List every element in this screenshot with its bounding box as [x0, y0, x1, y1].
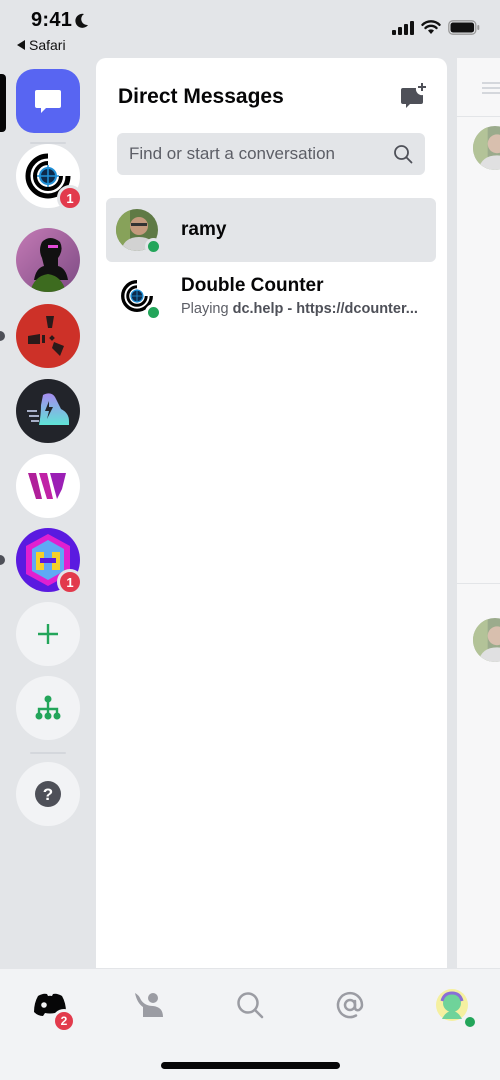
unread-indicator — [0, 555, 5, 565]
status-bar: 9:41 Safari — [0, 0, 500, 58]
plus-icon — [38, 624, 58, 644]
search-icon — [237, 992, 264, 1019]
rail-server-sneaker[interactable] — [16, 379, 80, 443]
rail-server-w[interactable] — [16, 454, 80, 518]
unread-badge: 1 — [57, 185, 83, 211]
sneaker-icon — [27, 393, 69, 425]
help-button[interactable]: ? — [16, 762, 80, 826]
hierarchy-icon — [35, 695, 61, 720]
avatar — [116, 275, 162, 321]
divider — [457, 116, 500, 117]
chat-bubble-icon — [35, 90, 61, 113]
dm-name: Double Counter — [181, 275, 324, 296]
w-logo-icon — [28, 473, 66, 499]
dm-item-double-counter[interactable]: Double Counter Playing dc.help - https:/… — [106, 264, 436, 328]
rail-server-double-counter[interactable]: 1 — [16, 144, 83, 211]
clock: 9:41 — [31, 9, 89, 32]
system-icons — [392, 20, 480, 35]
server-rail: 1 1 ? — [0, 58, 96, 968]
at-icon — [336, 991, 364, 1019]
explore-servers-button[interactable] — [16, 676, 80, 740]
activity-detail: dc.help - https://dcounter... — [232, 301, 418, 317]
battery-icon — [448, 20, 480, 35]
avatar-icon — [436, 989, 468, 1021]
silhouette-avatar-icon — [30, 238, 68, 292]
unread-badge: 1 — [57, 569, 83, 595]
back-app-label: Safari — [29, 37, 66, 53]
rail-server-silhouette[interactable] — [16, 228, 80, 292]
svg-text:?: ? — [43, 785, 53, 804]
search-input[interactable] — [129, 144, 393, 164]
notification-badge: 2 — [52, 1009, 76, 1033]
rail-server-hex[interactable]: 1 — [16, 528, 83, 595]
online-status-icon — [145, 304, 162, 321]
dm-activity: Playing dc.help - https://dcounter... — [181, 301, 418, 317]
time-text: 9:41 — [31, 9, 73, 31]
moon-icon — [75, 13, 89, 28]
home-indicator — [161, 1062, 340, 1069]
add-server-button[interactable] — [16, 602, 80, 666]
rail-separator — [30, 752, 66, 754]
dm-item-ramy[interactable]: ramy — [106, 198, 436, 262]
question-icon: ? — [35, 781, 61, 807]
online-status-icon — [145, 238, 162, 255]
divider — [457, 583, 500, 584]
unread-indicator — [0, 331, 5, 341]
new-message-icon[interactable] — [399, 82, 427, 110]
dm-name: ramy — [181, 219, 227, 240]
avatar — [473, 126, 500, 170]
avatar — [473, 618, 500, 662]
hamburger-icon — [482, 82, 500, 94]
wifi-icon — [421, 20, 441, 34]
back-arrow-icon — [17, 40, 25, 50]
tab-home[interactable]: 2 — [28, 983, 76, 1033]
back-to-safari[interactable]: Safari — [17, 37, 66, 53]
selected-indicator — [0, 74, 6, 132]
search-icon — [394, 145, 413, 164]
online-status-icon — [463, 1015, 477, 1029]
direct-messages-panel: Direct Messages ramy — [96, 58, 447, 968]
tab-mentions[interactable] — [328, 983, 372, 1027]
search-bar[interactable] — [117, 133, 425, 175]
activity-prefix: Playing — [181, 301, 233, 317]
tab-search[interactable] — [228, 983, 272, 1027]
rail-direct-messages[interactable] — [16, 69, 80, 133]
rail-server-rust[interactable] — [16, 304, 80, 368]
avatar — [116, 209, 162, 255]
tab-profile[interactable] — [430, 983, 477, 1029]
friends-wave-icon — [135, 993, 163, 1017]
rust-logo-icon — [28, 316, 64, 356]
tab-friends[interactable] — [127, 983, 171, 1027]
page-title: Direct Messages — [118, 85, 284, 108]
signal-icon — [392, 20, 414, 35]
chat-preview-panel[interactable] — [457, 58, 500, 968]
